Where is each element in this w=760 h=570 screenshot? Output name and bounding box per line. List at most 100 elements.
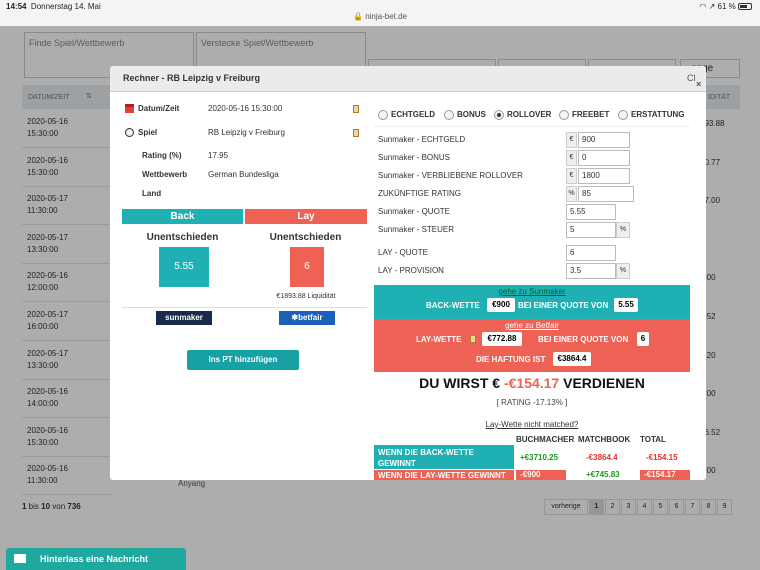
radio-icon[interactable] [444, 110, 454, 120]
mode-radio-bonus[interactable]: BONUS [444, 110, 486, 120]
back-amount: €900 [487, 298, 515, 312]
quote-label: Sunmaker - QUOTE [378, 207, 451, 216]
back-selection: Unentschieden [146, 232, 219, 243]
row-lay-wins: WENN DIE LAY-WETTE GEWINNT [374, 470, 514, 480]
lay-bet-label: LAY-WETTE [416, 335, 462, 344]
chat-button[interactable]: Hinterlass eine Nachricht [6, 548, 186, 570]
radio-icon[interactable] [559, 110, 569, 120]
lay-instruction-box: gehe zu Betfair LAY-WETTE €772.88 BEI EI… [374, 319, 690, 372]
tax-suffix: % [616, 222, 630, 238]
bonus-label: Sunmaker - BONUS [378, 153, 451, 162]
country-label: Land [142, 189, 162, 198]
rollover-prefix: € [566, 168, 577, 184]
lay-odds-label: BEI EINER QUOTE VON [538, 335, 629, 344]
game-value: RB Leipzig v Freiburg [208, 128, 285, 137]
result-text: DU WIRST € -€154.17 VERDIENEN [419, 375, 645, 391]
calculator-modal: Rechner - RB Leipzig v Freiburg Cl × Datu… [110, 66, 706, 480]
copy-icon[interactable] [470, 335, 476, 343]
game-label-row: Spiel [125, 128, 157, 138]
date-label-row: Datum/Zeit [125, 104, 179, 114]
back-odds-label: BEI EINER QUOTE VON [518, 301, 609, 310]
quote-input[interactable]: 5.55 [566, 204, 616, 220]
lay-header: Lay [245, 209, 367, 224]
betfair-logo[interactable]: ✱betfair [279, 311, 335, 325]
back-instruction-box: gehe zu Sunmaker BACK-WETTE €900 BEI EIN… [374, 285, 690, 319]
row2-bookmaker: -€900 [520, 470, 541, 479]
lay-quote-label: LAY - QUOTE [378, 248, 428, 257]
copy-icon[interactable] [353, 129, 359, 137]
row2-total: -€154.17 [644, 470, 676, 479]
url-text: ninja-bet.de [365, 12, 407, 21]
lock-icon: 🔒 [352, 12, 363, 21]
radio-icon[interactable] [494, 110, 504, 120]
lay-amount: €772.88 [482, 332, 522, 346]
rollover-label: Sunmaker - VERBLIEBENE ROLLOVER [378, 171, 523, 180]
modal-title: Rechner - RB Leipzig v Freiburg [123, 73, 261, 83]
modal-header: Rechner - RB Leipzig v Freiburg [110, 66, 706, 92]
betfair-link[interactable]: gehe zu Betfair [374, 321, 690, 330]
tax-label: Sunmaker - STEUER [378, 225, 455, 234]
mode-radio-rollover[interactable]: ROLLOVER [494, 110, 551, 120]
stake-label: Sunmaker - ECHTGELD [378, 135, 466, 144]
row1-matchbook: -€3864.4 [586, 453, 618, 462]
add-to-pt-button[interactable]: Ins PT hinzufügen [187, 350, 299, 370]
tax-input[interactable]: 5 [566, 222, 616, 238]
status-battery: ◠ ↗ 61 % [699, 2, 752, 11]
date-value: 2020-05-16 15:30:00 [208, 104, 283, 113]
row2-total-cell: -€154.17 [640, 470, 690, 480]
chat-label: Hinterlass eine Nachricht [40, 554, 149, 564]
future-rating-prefix: % [566, 186, 577, 202]
unmatched-link[interactable]: Lay-Wette nicht matched? [374, 420, 690, 429]
mail-icon [14, 554, 26, 563]
mode-label: FREEBET [572, 110, 610, 120]
stake-input[interactable]: 900 [578, 132, 630, 148]
lay-odds-box[interactable]: 6 [290, 247, 324, 287]
row1-total: -€154.15 [646, 453, 678, 462]
mode-label: ROLLOVER [507, 110, 552, 120]
battery-icon [738, 3, 752, 11]
liability-amount: €3864.4 [553, 352, 591, 366]
row2-bookmaker-cell: -€900 [516, 470, 566, 480]
lay-selection: Unentschieden [269, 232, 342, 243]
url-bar[interactable]: 🔒 ninja-bet.de [0, 12, 760, 26]
mode-label: ECHTGELD [391, 110, 435, 120]
close-icon[interactable]: × [696, 79, 701, 89]
divider [122, 307, 367, 308]
radio-icon[interactable] [378, 110, 388, 120]
sunmaker-link[interactable]: gehe zu Sunmaker [374, 287, 690, 296]
close-button[interactable]: Cl × [687, 73, 702, 89]
info-panel: Datum/Zeit 2020-05-16 15:30:00 Spiel RB … [122, 100, 367, 206]
col-total: TOTAL [640, 435, 666, 444]
mode-radio-erstattung[interactable]: ERSTATTUNG [618, 110, 684, 120]
row-back-wins: WENN DIE BACK-WETTE GEWINNT [374, 445, 514, 469]
col-matchbook: MATCHBOOK [578, 435, 631, 444]
back-header: Back [122, 209, 243, 224]
radio-icon[interactable] [618, 110, 628, 120]
mode-radio-freebet[interactable]: FREEBET [559, 110, 609, 120]
bonus-prefix: € [566, 150, 577, 166]
mode-label: ERSTATTUNG [631, 110, 685, 120]
mode-radio-echtgeld[interactable]: ECHTGELD [378, 110, 435, 120]
future-rating-input[interactable]: 85 [578, 186, 634, 202]
sunmaker-logo[interactable]: sunmaker [156, 311, 212, 325]
wifi-icon: ◠ [699, 2, 707, 11]
rollover-input[interactable]: 1800 [578, 168, 630, 184]
lay-provision-label: LAY - PROVISION [378, 266, 444, 275]
competition-label: Wettbewerb [142, 170, 188, 179]
rating-value: 17.95 [208, 151, 229, 160]
liquidity-text: €1893.88 Liquidität [276, 293, 336, 300]
lay-provision-input[interactable]: 3.5 [566, 263, 616, 279]
rating-label: Rating (%) [142, 151, 182, 160]
future-rating-label: ZUKÜNFTIGE RATING [378, 189, 461, 198]
back-odds-box[interactable]: 5.55 [159, 247, 209, 287]
row1-bookmaker: +€3710.25 [520, 453, 559, 462]
col-bookmaker: BUCHMACHER [516, 435, 575, 444]
bonus-input[interactable]: 0 [578, 150, 630, 166]
soccer-ball-icon [125, 128, 134, 138]
liability-label: DIE HAFTUNG IST [476, 355, 546, 364]
result-rating: [ RATING -17.13% ] [496, 398, 568, 407]
copy-icon[interactable] [353, 105, 359, 113]
stake-prefix: € [566, 132, 577, 148]
lay-quote-input[interactable]: 6 [566, 245, 616, 261]
back-bet-label: BACK-WETTE [426, 301, 480, 310]
